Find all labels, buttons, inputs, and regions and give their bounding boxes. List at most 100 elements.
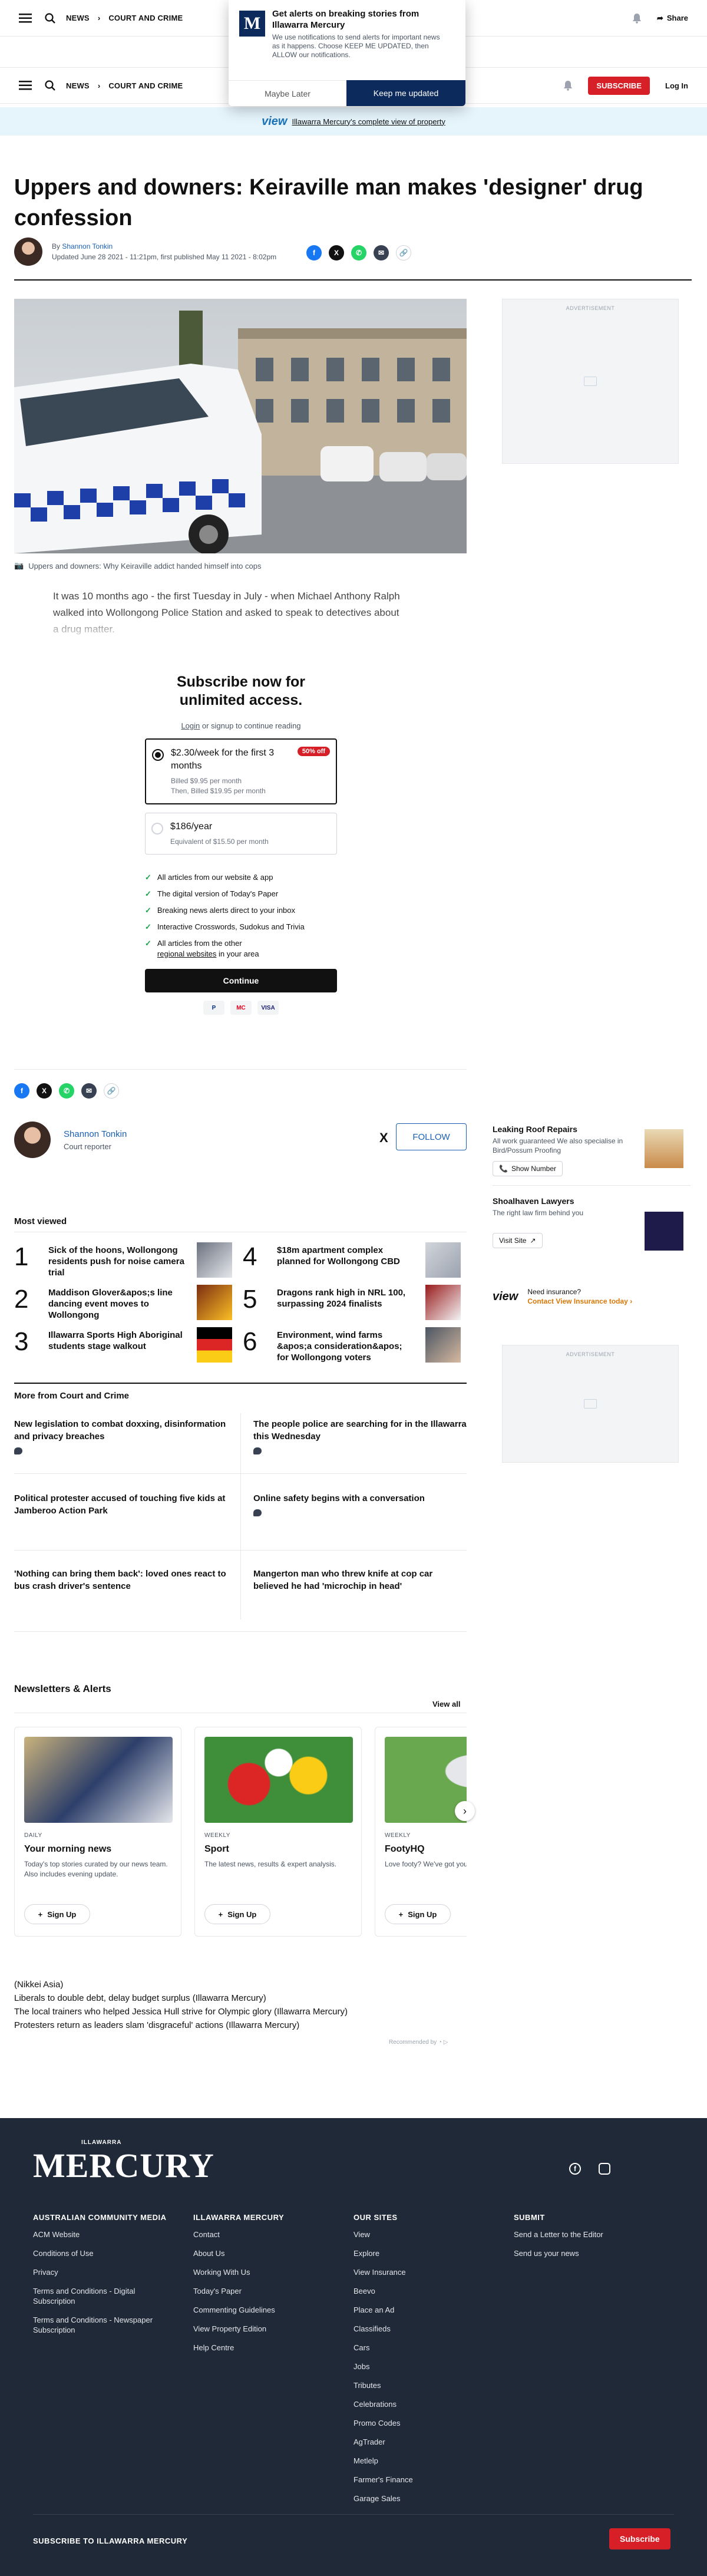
most-viewed-item[interactable]: 6 Environment, wind farms &apos;a conside… xyxy=(243,1327,461,1365)
login-link[interactable]: Log In xyxy=(665,81,688,90)
most-viewed-item[interactable]: 2 Maddison Glover&apos;s line dancing eve… xyxy=(14,1285,232,1322)
footer-subscribe-button[interactable]: Subscribe xyxy=(609,2528,670,2549)
footer-link[interactable]: Help Centre xyxy=(193,2343,335,2353)
recommended-link[interactable]: Protesters return as leaders slam 'disgr… xyxy=(14,2018,467,2032)
story-link[interactable]: 'Nothing can bring them back': loved one… xyxy=(14,1568,230,1592)
author-name[interactable]: Shannon Tonkin xyxy=(64,1129,127,1139)
footer-link[interactable]: Promo Codes xyxy=(353,2418,495,2428)
features-list: ✓ All articles from our website & app ✓ Th… xyxy=(145,873,305,958)
footer-link[interactable]: Explore xyxy=(353,2248,495,2258)
sign-up-button[interactable]: + Sign Up xyxy=(24,1904,90,1924)
instagram-icon[interactable] xyxy=(599,2163,610,2175)
footer-link[interactable]: Jobs xyxy=(353,2361,495,2371)
follow-button[interactable]: FOLLOW xyxy=(396,1123,467,1150)
footer-link[interactable]: Place an Ad xyxy=(353,2305,495,2315)
facebook-icon[interactable]: f xyxy=(14,1083,29,1099)
search-icon[interactable] xyxy=(45,12,55,24)
radio-unselected[interactable] xyxy=(151,823,163,835)
menu-icon[interactable] xyxy=(19,81,32,90)
footer-link[interactable]: Garage Sales xyxy=(353,2493,495,2504)
view-all-link[interactable]: View all xyxy=(432,1700,460,1708)
breadcrumb-news[interactable]: NEWS xyxy=(66,14,90,22)
footer-link[interactable]: View Property Edition xyxy=(193,2324,335,2334)
divider xyxy=(33,2514,674,2515)
story-link[interactable]: New legislation to combat doxxing, disin… xyxy=(14,1418,230,1454)
footer-link[interactable]: View xyxy=(353,2229,495,2239)
sponsored-listing[interactable]: Shoalhaven Lawyers The right law firm be… xyxy=(493,1196,691,1267)
bell-icon[interactable] xyxy=(632,13,642,24)
footer-link[interactable]: Send a Letter to the Editor xyxy=(514,2229,655,2239)
recommended-link[interactable]: (Nikkei Asia) xyxy=(14,1978,467,1991)
login-link[interactable]: Login xyxy=(181,721,200,730)
recommended-link[interactable]: The local trainers who helped Jessica Hu… xyxy=(14,2005,467,2018)
footer-link[interactable]: Conditions of Use xyxy=(33,2248,174,2258)
x-icon[interactable]: X xyxy=(379,1130,388,1146)
keep-me-updated-button[interactable]: Keep me updated xyxy=(346,80,465,106)
continue-button[interactable]: Continue xyxy=(145,969,337,992)
link-icon[interactable]: 🔗 xyxy=(104,1083,119,1099)
fade-overlay xyxy=(47,613,424,642)
most-viewed-item[interactable]: 1 Sick of the hoons, Wollongong residents… xyxy=(14,1242,232,1280)
breadcrumb-court-and-crime[interactable]: COURT AND CRIME xyxy=(108,81,183,90)
search-icon[interactable] xyxy=(45,80,55,91)
view-property-banner[interactable]: view Illawarra Mercury's complete view o… xyxy=(0,107,707,136)
share-button[interactable]: ➦ Share xyxy=(657,14,688,23)
footer-link[interactable]: View Insurance xyxy=(353,2267,495,2277)
sign-up-button[interactable]: + Sign Up xyxy=(385,1904,451,1924)
visit-site-button[interactable]: Visit Site ↗ xyxy=(493,1233,543,1248)
footer-link[interactable]: Today's Paper xyxy=(193,2286,335,2296)
email-icon[interactable]: ✉ xyxy=(374,245,389,260)
link-icon[interactable]: 🔗 xyxy=(396,245,411,260)
author-link[interactable]: Shannon Tonkin xyxy=(62,242,113,250)
footer-link[interactable]: Terms and Conditions - Digital Subscript… xyxy=(33,2286,174,2306)
view-insurance-promo[interactable]: view Need insurance? Contact View Insuran… xyxy=(493,1285,691,1308)
footer-link[interactable]: Farmer's Finance xyxy=(353,2475,495,2485)
footer-link[interactable]: Classifieds xyxy=(353,2324,495,2334)
most-viewed-item[interactable]: 4 $18m apartment complex planned for Woll… xyxy=(243,1242,461,1280)
menu-icon[interactable] xyxy=(19,13,32,23)
recommended-link[interactable]: Liberals to double debt, delay budget su… xyxy=(14,1991,467,2005)
footer-link[interactable]: About Us xyxy=(193,2248,335,2258)
maybe-later-button[interactable]: Maybe Later xyxy=(229,80,346,106)
footer-link[interactable]: Contact xyxy=(193,2229,335,2239)
plan-option-monthly[interactable]: $2.30/week for the first 3 months Billed… xyxy=(145,738,337,804)
footer-link[interactable]: Privacy xyxy=(33,2267,174,2277)
email-icon[interactable]: ✉ xyxy=(81,1083,97,1099)
mercury-logo[interactable]: MERCURY xyxy=(33,2149,214,2183)
facebook-icon[interactable]: f xyxy=(569,2163,581,2175)
footer-link[interactable]: AgTrader xyxy=(353,2437,495,2447)
footer-link[interactable]: Terms and Conditions - Newspaper Subscri… xyxy=(33,2315,174,2335)
facebook-icon[interactable]: f xyxy=(306,245,322,260)
sponsored-listing[interactable]: Leaking Roof Repairs All work guaranteed… xyxy=(493,1124,691,1186)
story-link[interactable]: Mangerton man who threw knife at cop car… xyxy=(253,1568,469,1592)
story-link[interactable]: Political protester accused of touching … xyxy=(14,1492,230,1517)
footer-link[interactable]: Beevo xyxy=(353,2286,495,2296)
whatsapp-icon[interactable]: ✆ xyxy=(351,245,366,260)
carousel-next-button[interactable]: › xyxy=(455,1801,475,1821)
whatsapp-icon[interactable]: ✆ xyxy=(59,1083,74,1099)
footer-column: ILLAWARRA MERCURY Contact About Us Worki… xyxy=(193,2212,335,2361)
footer-link[interactable]: Tributes xyxy=(353,2380,495,2390)
most-viewed-item[interactable]: 3 Illawarra Sports High Aboriginal studen… xyxy=(14,1327,232,1365)
sign-up-button[interactable]: + Sign Up xyxy=(204,1904,270,1924)
footer-link[interactable]: Commenting Guidelines xyxy=(193,2305,335,2315)
breadcrumb-news[interactable]: NEWS xyxy=(66,81,90,90)
regional-websites-link[interactable]: regional websites xyxy=(157,949,216,958)
breadcrumb-court-and-crime[interactable]: COURT AND CRIME xyxy=(108,14,183,22)
x-icon[interactable]: X xyxy=(329,245,344,260)
footer-link[interactable]: Working With Us xyxy=(193,2267,335,2277)
story-link[interactable]: The people police are searching for in t… xyxy=(253,1418,469,1454)
radio-selected[interactable] xyxy=(152,749,164,761)
plan-option-yearly[interactable]: $186/year Equivalent of $15.50 per month xyxy=(145,813,337,855)
story-link[interactable]: Online safety begins with a conversation xyxy=(253,1492,469,1516)
most-viewed-item[interactable]: 5 Dragons rank high in NRL 100, surpassin… xyxy=(243,1285,461,1322)
footer-link[interactable]: Celebrations xyxy=(353,2399,495,2409)
footer-link[interactable]: Send us your news xyxy=(514,2248,655,2258)
x-icon[interactable]: X xyxy=(37,1083,52,1099)
footer-link[interactable]: Metlelp xyxy=(353,2456,495,2466)
bell-icon[interactable] xyxy=(563,80,573,91)
show-number-button[interactable]: 📞 Show Number xyxy=(493,1161,563,1176)
footer-link[interactable]: ACM Website xyxy=(33,2229,174,2239)
footer-link[interactable]: Cars xyxy=(353,2343,495,2353)
subscribe-button[interactable]: SUBSCRIBE xyxy=(588,76,650,95)
